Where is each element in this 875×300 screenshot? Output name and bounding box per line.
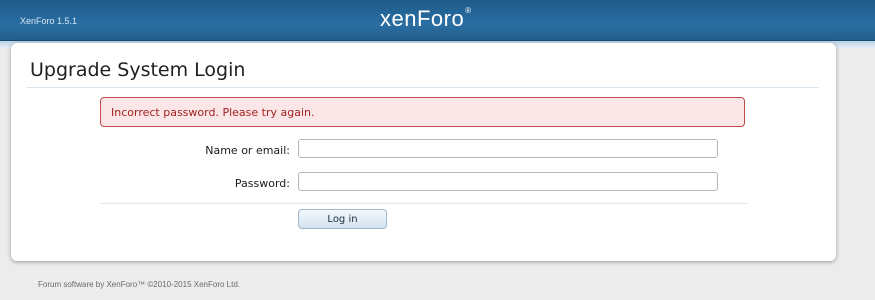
xenforo-logo: xenForo® <box>380 6 472 32</box>
login-field[interactable] <box>298 139 718 158</box>
footer-copyright: Forum software by XenForo™ ©2010-2015 Xe… <box>38 280 240 289</box>
version-label: XenForo 1.5.1 <box>20 16 78 26</box>
login-field-label: Name or email: <box>205 144 290 157</box>
form-divider <box>100 203 748 204</box>
login-panel: Upgrade System Login Incorrect password.… <box>11 43 836 261</box>
title-divider <box>27 87 819 88</box>
logo-registered-mark: ® <box>465 6 472 15</box>
password-field-label: Password: <box>234 177 290 190</box>
error-message: Incorrect password. Please try again. <box>100 97 745 127</box>
header-bar: XenForo 1.5.1 xenForo® <box>0 0 875 41</box>
login-button[interactable]: Log in <box>298 209 387 229</box>
password-field[interactable] <box>298 172 718 191</box>
logo-text: xenForo <box>380 6 465 31</box>
page-title: Upgrade System Login <box>30 59 246 81</box>
